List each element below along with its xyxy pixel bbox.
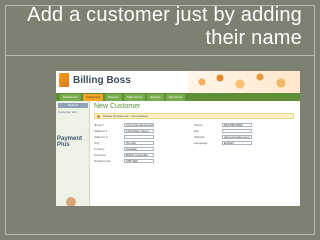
- nav-tab-sales-docs[interactable]: Sales Docs: [123, 94, 145, 101]
- field-label: Country: [94, 147, 105, 151]
- field-row-province: Province British Columbia: [94, 153, 164, 158]
- field-row-address1: Address 1 1234 Main Street: [94, 129, 164, 134]
- header-decoration: [188, 71, 300, 93]
- customer-list-link[interactable]: Customer List: [58, 110, 77, 114]
- field-label: Phone: [194, 123, 203, 127]
- field-label: Province: [94, 153, 106, 157]
- title-divider: [6, 55, 314, 56]
- phone-input[interactable]: 604-555-0000: [222, 123, 252, 127]
- field-label: Language: [194, 141, 208, 145]
- field-label: Address 1: [94, 129, 108, 133]
- nav-bar: Dashboard Customers Reports Sales Docs S…: [56, 93, 300, 101]
- field-row-fax: Fax: [194, 129, 264, 134]
- nav-tab-payments[interactable]: Payments: [165, 94, 186, 101]
- nav-tab-customers[interactable]: Customers: [82, 94, 104, 101]
- billing-boss-logo-icon: [59, 73, 69, 87]
- city-input[interactable]: Toronto: [124, 141, 154, 145]
- fax-input[interactable]: [222, 129, 252, 133]
- field-label: Name *: [94, 123, 105, 127]
- field-row-phone: Phone 604-555-0000: [194, 123, 264, 128]
- field-row-name: Name * Acme Developments: [94, 123, 164, 128]
- field-label: Address 2: [94, 135, 108, 139]
- main-content: New Customer Please choose one * are req…: [92, 101, 300, 206]
- province-select[interactable]: British Columbia: [124, 153, 154, 157]
- left-panel: Options Customer List Payment Plus: [56, 101, 90, 206]
- options-header[interactable]: Options: [58, 103, 88, 108]
- page-heading: New Customer: [94, 103, 141, 110]
- nav-tab-reports[interactable]: Reports: [105, 94, 122, 101]
- nav-tab-dashboard[interactable]: Dashboard: [60, 94, 81, 101]
- field-row-postal: Postal Code V5P 3E9: [94, 159, 164, 164]
- app-header: Billing Boss: [56, 71, 300, 93]
- field-label: City: [94, 141, 100, 145]
- address1-input[interactable]: 1234 Main Street: [124, 129, 154, 133]
- field-row-language: Language English: [194, 141, 264, 146]
- app-screenshot: Billing Boss Dashboard Customers Reports…: [56, 71, 300, 206]
- notice-bar: Please choose one * are required: [94, 113, 294, 119]
- name-input[interactable]: Acme Developments: [124, 123, 154, 127]
- field-label: Fax: [194, 129, 200, 133]
- field-row-website: Website www.acmedev.com: [194, 135, 264, 140]
- address2-input[interactable]: [124, 135, 154, 139]
- app-name: Billing Boss: [73, 75, 131, 86]
- country-select[interactable]: Canada: [124, 147, 154, 151]
- website-input[interactable]: www.acmedev.com: [222, 135, 252, 139]
- nav-tab-settings[interactable]: Settings: [146, 94, 164, 101]
- person-photo-head: [66, 197, 76, 206]
- postal-code-input[interactable]: V5P 3E9: [124, 159, 154, 163]
- field-label: Postal Code: [94, 159, 111, 163]
- field-label: Website: [194, 135, 205, 139]
- language-select[interactable]: English: [222, 141, 252, 145]
- notice-text: Please choose one * are required: [103, 114, 148, 118]
- field-row-country: Country Canada: [94, 147, 164, 152]
- field-row-city: City Toronto: [94, 141, 164, 146]
- slide-title: Add a customer just by adding their name: [27, 4, 302, 49]
- notice-icon: [97, 115, 100, 118]
- payment-plus-label: Payment Plus: [57, 136, 83, 148]
- field-row-address2: Address 2: [94, 135, 164, 140]
